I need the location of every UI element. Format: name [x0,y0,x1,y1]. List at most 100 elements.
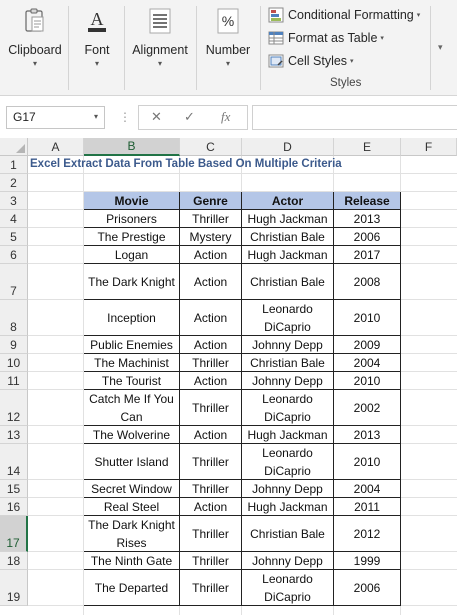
table-cell[interactable]: 2006 [334,228,401,246]
table-cell[interactable]: Christian Bale [242,354,334,372]
table-cell[interactable]: 2006 [334,570,401,606]
formula-bar-grip-icon[interactable]: ⋮ [119,110,131,124]
table-cell[interactable]: Johnny Depp [242,552,334,570]
table-cell[interactable]: Thriller [180,390,242,426]
table-cell[interactable]: Shutter Island [84,444,180,480]
row-header-2[interactable]: 2 [0,174,28,192]
table-cell[interactable]: Johnny Depp [242,336,334,354]
table-header-cell[interactable]: Release [334,192,401,210]
cancel-icon[interactable]: ✕ [151,109,162,125]
row-header-15[interactable]: 15 [0,480,28,498]
table-cell[interactable]: Christian Bale [242,516,334,552]
table-cell[interactable]: Inception [84,300,180,336]
table-cell[interactable]: 2004 [334,480,401,498]
table-cell[interactable]: 2009 [334,336,401,354]
row-header-13[interactable]: 13 [0,426,28,444]
insert-function-icon[interactable]: fx [221,109,230,125]
select-all-button[interactable] [0,138,28,156]
alignment-button[interactable]: Alignment ▾ [128,6,192,68]
table-cell[interactable]: Thriller [180,516,242,552]
table-cell[interactable]: Christian Bale [242,228,334,246]
row-header-11[interactable]: 11 [0,372,28,390]
row-header-8[interactable]: 8 [0,300,28,336]
table-cell[interactable]: 2010 [334,300,401,336]
column-header-b[interactable]: B [84,138,180,156]
table-cell[interactable]: 2013 [334,426,401,444]
table-cell[interactable]: Mystery [180,228,242,246]
worksheet-grid[interactable]: A B C D E F 1 2 3 4 5 6 7 8 9 10 11 12 13 14 15 16 17 18 19 Excel… [0,138,457,615]
column-header-c[interactable]: C [180,138,242,156]
table-cell[interactable]: 2011 [334,498,401,516]
table-cell[interactable]: 2012 [334,516,401,552]
ribbon-scroll-icon[interactable]: ▾ [438,42,443,53]
table-header-cell[interactable]: Genre [180,192,242,210]
row-header-5[interactable]: 5 [0,228,28,246]
table-cell[interactable]: Leonardo DiCaprio [242,390,334,426]
table-cell[interactable]: Thriller [180,480,242,498]
table-cell[interactable]: The Prestige [84,228,180,246]
table-cell[interactable]: Logan [84,246,180,264]
column-header-a[interactable]: A [28,138,84,156]
table-cell[interactable]: 2008 [334,264,401,300]
table-cell[interactable]: Johnny Depp [242,372,334,390]
table-cell[interactable]: Johnny Depp [242,480,334,498]
table-cell[interactable]: Hugh Jackman [242,246,334,264]
table-cell[interactable]: Thriller [180,354,242,372]
row-header-9[interactable]: 9 [0,336,28,354]
table-cell[interactable]: The Ninth Gate [84,552,180,570]
table-cell[interactable]: 1999 [334,552,401,570]
enter-icon[interactable]: ✓ [184,109,195,125]
table-cell[interactable]: The Dark Knight Rises [84,516,180,552]
row-header-10[interactable]: 10 [0,354,28,372]
row-header-14[interactable]: 14 [0,444,28,480]
font-button[interactable]: A Font ▾ [72,6,122,68]
table-cell[interactable]: Catch Me If You Can [84,390,180,426]
format-as-table-button[interactable]: Format as Table ▾ [268,28,384,48]
table-cell[interactable]: Thriller [180,210,242,228]
table-cell[interactable]: Thriller [180,552,242,570]
table-cell[interactable]: The Departed [84,570,180,606]
table-cell[interactable]: 2013 [334,210,401,228]
table-cell[interactable]: Leonardo DiCaprio [242,300,334,336]
table-cell[interactable]: Thriller [180,570,242,606]
table-cell[interactable]: Prisoners [84,210,180,228]
table-header-cell[interactable]: Movie [84,192,180,210]
column-header-d[interactable]: D [242,138,334,156]
table-cell[interactable]: Real Steel [84,498,180,516]
formula-input[interactable] [252,105,457,130]
table-cell[interactable]: Hugh Jackman [242,498,334,516]
table-cell[interactable]: Secret Window [84,480,180,498]
table-cell[interactable]: The Machinist [84,354,180,372]
table-cell[interactable]: Christian Bale [242,264,334,300]
table-cell[interactable]: The Tourist [84,372,180,390]
row-header-1[interactable]: 1 [0,156,28,174]
table-cell[interactable]: Action [180,264,242,300]
table-cell[interactable]: Action [180,426,242,444]
row-header-18[interactable]: 18 [0,552,28,570]
row-header-7[interactable]: 7 [0,264,28,300]
table-cell[interactable]: Action [180,372,242,390]
table-cell[interactable]: 2010 [334,372,401,390]
table-cell[interactable]: Thriller [180,444,242,480]
table-cell[interactable]: Action [180,498,242,516]
row-header-16[interactable]: 16 [0,498,28,516]
table-cell[interactable]: Leonardo DiCaprio [242,570,334,606]
table-cell[interactable]: Action [180,300,242,336]
row-header-19[interactable]: 19 [0,570,28,606]
row-header-6[interactable]: 6 [0,246,28,264]
table-cell[interactable]: Hugh Jackman [242,426,334,444]
table-cell[interactable]: Action [180,336,242,354]
table-cell[interactable]: The Dark Knight [84,264,180,300]
row-header-3[interactable]: 3 [0,192,28,210]
table-cell[interactable]: Action [180,246,242,264]
table-header-cell[interactable]: Actor [242,192,334,210]
conditional-formatting-button[interactable]: Conditional Formatting ▾ [268,5,420,25]
row-header-17[interactable]: 17 [0,516,28,552]
table-cell[interactable]: 2002 [334,390,401,426]
table-cell[interactable]: 2004 [334,354,401,372]
table-cell[interactable]: Leonardo DiCaprio [242,444,334,480]
column-header-f[interactable]: F [401,138,457,156]
clipboard-button[interactable]: Clipboard ▾ [4,6,66,68]
cell-styles-button[interactable]: Cell Styles ▾ [268,51,354,71]
table-cell[interactable]: Hugh Jackman [242,210,334,228]
